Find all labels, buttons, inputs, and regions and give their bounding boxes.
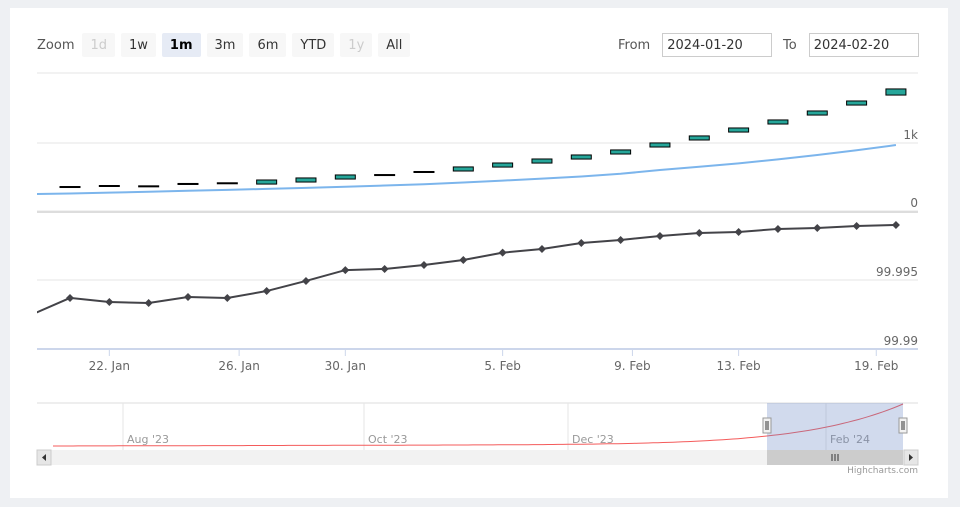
navigator-selected-range[interactable] <box>767 403 903 450</box>
diamond-marker <box>459 255 468 264</box>
navigator-handle[interactable] <box>762 417 772 434</box>
diamond-marker <box>891 220 900 229</box>
candlestick-point <box>452 166 474 172</box>
diamond-marker <box>341 266 350 275</box>
diamond-marker <box>105 297 114 306</box>
diamond-marker <box>498 248 507 257</box>
diamond-marker <box>616 235 625 244</box>
y-tick-label-upper: 1k <box>903 128 918 142</box>
candlestick-point <box>413 170 435 173</box>
candlestick-point <box>570 154 592 160</box>
x-tick-label: 13. Feb <box>717 359 761 373</box>
diamond-marker <box>734 227 743 236</box>
navigator-label: Oct '23 <box>368 433 408 446</box>
diamond-marker <box>852 222 861 231</box>
x-tick-label: 30. Jan <box>325 359 366 373</box>
diamond-marker <box>301 276 310 285</box>
diamond-marker <box>183 292 192 301</box>
candlestick-point <box>374 174 396 177</box>
candlestick-point <box>177 182 199 185</box>
candlestick-point <box>256 179 278 185</box>
candlestick-point <box>688 135 710 141</box>
candlestick-point <box>806 110 828 116</box>
candlestick-point <box>492 162 514 168</box>
navigator-handle[interactable] <box>898 417 908 434</box>
stock-chart: 0 1k 99.995 99.99 22. Jan 26. Jan 30. Jan 5. Fe… <box>36 72 919 466</box>
x-tick-label: 9. Feb <box>614 359 651 373</box>
candlestick-point <box>728 127 750 133</box>
candlestick-point <box>649 142 671 148</box>
candlestick-point <box>531 158 553 164</box>
diamond-marker <box>262 287 271 296</box>
candlestick-point <box>767 119 789 125</box>
candlestick-point <box>98 185 120 187</box>
diamond-marker <box>577 239 586 248</box>
diamond-marker <box>223 293 232 302</box>
diamond-marker <box>66 293 74 302</box>
candlestick-point <box>334 174 356 180</box>
diamond-marker <box>813 223 822 232</box>
diamond-marker <box>537 244 546 253</box>
y-tick-label-lower: 99.99 <box>884 334 918 348</box>
candlestick-point <box>846 100 868 106</box>
y-tick-label-lower: 99.995 <box>876 265 918 279</box>
diamond-marker <box>419 260 428 269</box>
y-tick-label-upper: 0 <box>910 196 918 210</box>
candlestick-point <box>885 88 907 96</box>
credits-link[interactable]: Highcharts.com <box>847 466 918 476</box>
diamond-marker <box>655 231 664 240</box>
diamond-marker <box>144 299 153 308</box>
candlestick-point <box>138 185 160 188</box>
x-tick-label: 19. Feb <box>854 359 898 373</box>
diamond-marker <box>380 264 389 273</box>
diamond-marker <box>773 224 782 233</box>
plot-area <box>37 88 907 314</box>
x-tick-label: 22. Jan <box>89 359 130 373</box>
candlestick-point <box>295 177 317 183</box>
lower-line-series <box>37 223 896 314</box>
x-tick-label: 5. Feb <box>484 359 521 373</box>
navigator-label: Aug '23 <box>127 433 169 446</box>
x-tick-label: 26. Jan <box>218 359 259 373</box>
candlestick-point <box>610 149 632 155</box>
candlestick-point <box>59 186 81 189</box>
candlestick-point <box>216 182 238 185</box>
diamond-marker <box>695 228 704 237</box>
